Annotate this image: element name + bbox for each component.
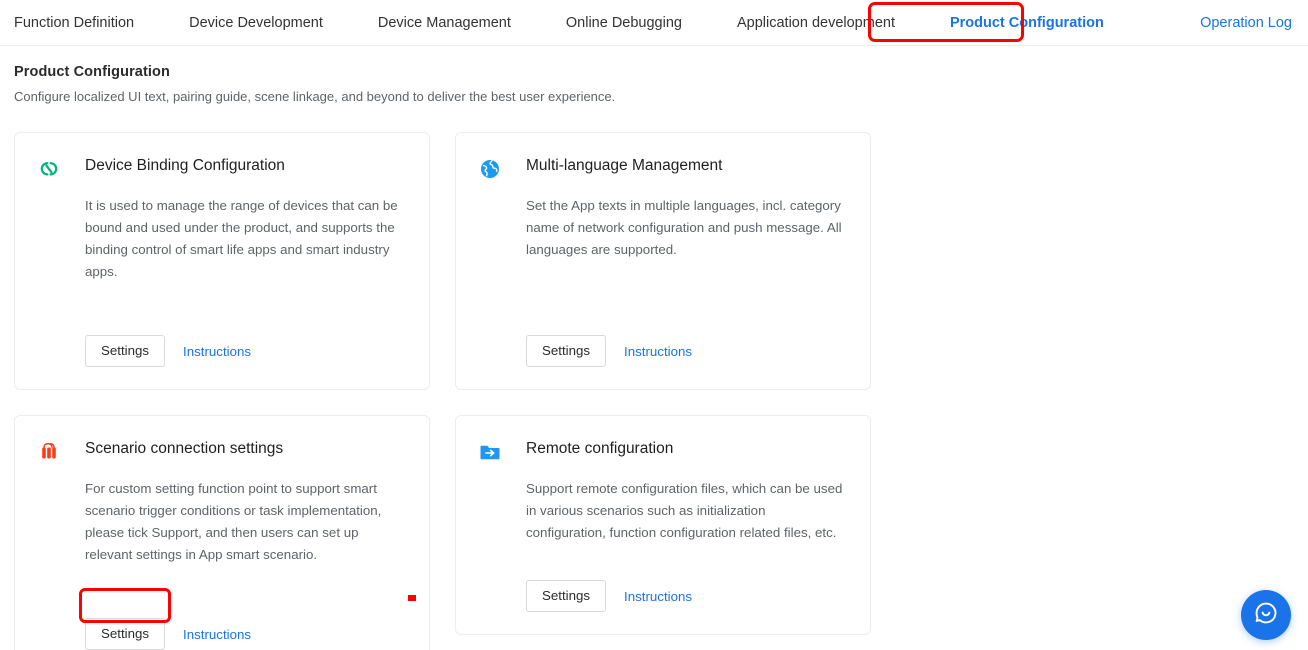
card-multi-language-management[interactable]: Multi-language Management Set the App te… bbox=[455, 132, 871, 390]
page-subtitle: Configure localized UI text, pairing gui… bbox=[14, 89, 616, 104]
nav-tab-device-development[interactable]: Device Development bbox=[189, 1, 323, 45]
top-navigation-bar: Function Definition Device Development D… bbox=[0, 0, 1308, 46]
card-header: Remote configuration bbox=[478, 438, 848, 464]
nav-tab-function-definition[interactable]: Function Definition bbox=[14, 1, 134, 45]
card-title: Multi-language Management bbox=[526, 157, 723, 174]
page-header: Product Configuration Configure localize… bbox=[0, 46, 1308, 104]
nav-tab-online-debugging[interactable]: Online Debugging bbox=[566, 1, 682, 45]
instructions-link[interactable]: Instructions bbox=[183, 627, 251, 642]
card-header: Multi-language Management bbox=[478, 155, 848, 181]
card-title: Remote configuration bbox=[526, 440, 674, 457]
card-description: Support remote configuration files, whic… bbox=[526, 481, 843, 540]
instructions-link[interactable]: Instructions bbox=[624, 589, 692, 604]
nav-tab-application-development[interactable]: Application development bbox=[737, 1, 895, 45]
settings-button[interactable]: Settings bbox=[85, 335, 166, 367]
card-description: Set the App texts in multiple languages,… bbox=[526, 198, 842, 257]
card-remote-configuration[interactable]: Remote configuration Support remote conf… bbox=[455, 415, 871, 635]
chat-support-button[interactable] bbox=[1241, 590, 1291, 640]
card-actions: Settings Instructions bbox=[526, 335, 692, 367]
device-binding-icon bbox=[37, 157, 61, 181]
card-scenario-connection-settings[interactable]: Scenario connection settings For custom … bbox=[14, 415, 430, 650]
nav-tab-list: Function Definition Device Development D… bbox=[14, 0, 1159, 45]
nav-tab-device-management[interactable]: Device Management bbox=[378, 1, 511, 45]
chat-smiley-icon bbox=[1253, 600, 1279, 631]
card-device-binding-configuration[interactable]: Device Binding Configuration It is used … bbox=[14, 132, 430, 390]
card-title: Scenario connection settings bbox=[85, 440, 284, 457]
card-header: Scenario connection settings bbox=[37, 438, 407, 464]
annotation-marker-dot bbox=[408, 595, 416, 601]
configuration-card-grid: Device Binding Configuration It is used … bbox=[0, 132, 1308, 650]
instructions-link[interactable]: Instructions bbox=[624, 344, 692, 359]
settings-button[interactable]: Settings bbox=[85, 618, 166, 650]
remote-config-folder-icon bbox=[478, 440, 502, 464]
instructions-link[interactable]: Instructions bbox=[183, 344, 251, 359]
globe-icon bbox=[478, 157, 502, 181]
card-description: It is used to manage the range of device… bbox=[85, 198, 398, 279]
settings-button[interactable]: Settings bbox=[526, 580, 607, 612]
card-description: For custom setting function point to sup… bbox=[85, 481, 382, 562]
card-actions: Settings Instructions bbox=[85, 335, 251, 367]
page-title: Product Configuration bbox=[14, 64, 170, 80]
nav-tab-product-configuration[interactable]: Product Configuration bbox=[950, 1, 1104, 45]
scenario-link-icon bbox=[37, 440, 61, 464]
card-title: Device Binding Configuration bbox=[85, 157, 285, 174]
settings-button[interactable]: Settings bbox=[526, 335, 607, 367]
card-header: Device Binding Configuration bbox=[37, 155, 407, 181]
operation-log-link[interactable]: Operation Log bbox=[1200, 15, 1294, 31]
card-actions: Settings Instructions bbox=[526, 580, 692, 612]
card-actions: Settings Instructions bbox=[85, 618, 251, 650]
